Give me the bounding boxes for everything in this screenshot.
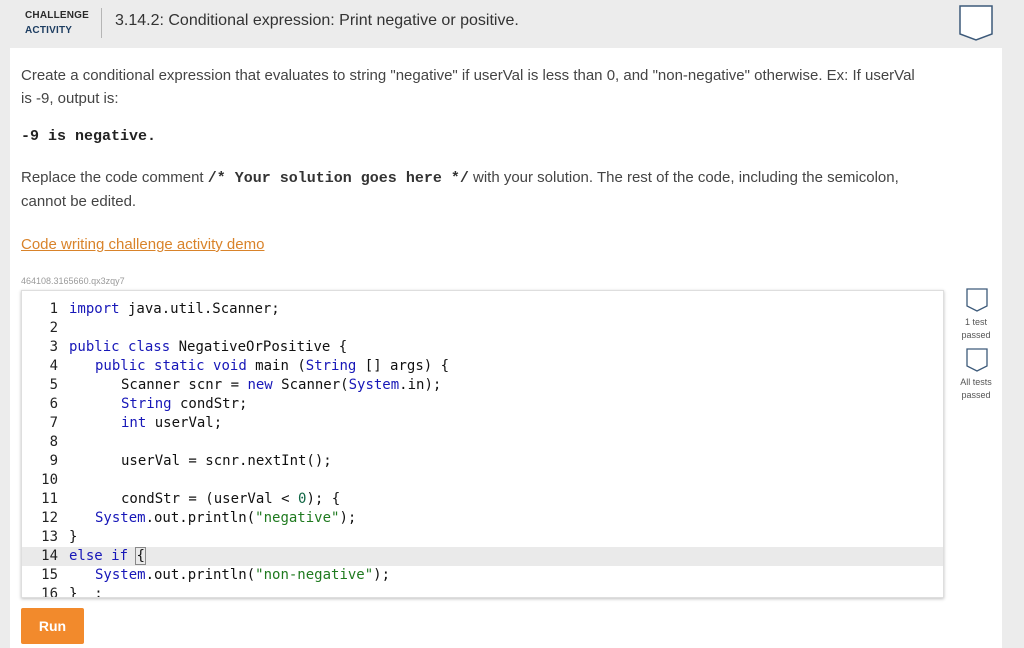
line-number: 8 [49,434,58,450]
code-line[interactable]: 2 [22,319,943,338]
line-number: 4 [49,358,58,374]
instructions-paragraph-1: Create a conditional expression that eva… [21,67,915,107]
code-text[interactable]: int userVal; [121,414,222,433]
all-tests-status: All tests passed [960,377,992,400]
line-number: 10 [41,472,58,488]
activity-label-line1: CHALLENGE [25,10,90,21]
line-number: 9 [49,453,58,469]
instructions-text: Replace the code comment [21,169,208,186]
code-text[interactable]: import java.util.Scanner; [69,300,280,319]
code-text[interactable]: public static void main (String [] args)… [95,357,449,376]
code-line[interactable]: 5 Scanner scnr = new Scanner(System.in); [22,376,943,395]
test1-status: 1 test passed [961,317,991,340]
code-comment-inline: /* Your solution goes here */ [207,170,469,187]
header-divider [101,8,102,38]
code-id: 464108.3165660.qx3zqy7 [21,276,125,286]
code-line[interactable]: 12 System.out.println("negative"); [22,509,943,528]
demo-link[interactable]: Code writing challenge activity demo [21,236,264,253]
line-number: 1 [49,301,58,317]
code-line[interactable]: 16 } ; [22,585,943,598]
code-text[interactable]: System.out.println("non-negative"); [95,566,390,585]
line-number: 14 [41,548,58,564]
code-line[interactable]: 7 int userVal; [22,414,943,433]
line-number: 16 [41,586,58,598]
line-number: 7 [49,415,58,431]
activity-type-label: CHALLENGE ACTIVITY [25,8,89,38]
activity-title: 3.14.2: Conditional expression: Print ne… [115,12,519,29]
code-text[interactable]: } ; [69,585,103,597]
code-line[interactable]: 3 public class NegativeOrPositive { [22,338,943,357]
line-number: 3 [49,339,58,355]
code-line-active[interactable]: 14 else if { [22,547,943,566]
code-text[interactable]: userVal = scnr.nextInt(); [121,452,332,471]
instructions-paragraph-2: Replace the code comment /* Your solutio… [21,166,921,213]
code-line[interactable]: 10 [22,471,943,490]
code-line[interactable]: 11 condStr = (userVal < 0); { [22,490,943,509]
code-text[interactable]: condStr = (userVal < 0); { [121,490,340,509]
line-number: 12 [41,510,58,526]
completion-badge-icon [959,5,993,41]
code-line[interactable]: 1 import java.util.Scanner; [22,300,943,319]
code-editor[interactable]: 1 import java.util.Scanner; 2 3 public cla… [21,290,944,598]
code-text[interactable]: else if { [69,547,146,566]
activity-label-line2: ACTIVITY [25,25,73,36]
code-line[interactable]: 15 System.out.println("non-negative"); [22,566,943,585]
line-number: 2 [49,320,58,336]
line-number: 5 [49,377,58,393]
line-number: 13 [41,529,58,545]
challenge-card: CHALLENGE ACTIVITY 3.14.2: Conditional e… [10,0,1002,648]
code-line[interactable]: 4 public static void main (String [] args… [22,357,943,376]
code-text[interactable]: Scanner scnr = new Scanner(System.in); [121,376,441,395]
code-text[interactable]: String condStr; [121,395,247,414]
example-output: -9 is negative. [21,128,157,145]
code-text[interactable]: } [69,528,77,547]
code-line[interactable]: 9 userVal = scnr.nextInt(); [22,452,943,471]
code-text[interactable]: System.out.println("negative"); [95,509,356,528]
code-line[interactable]: 6 String condStr; [22,395,943,414]
line-number: 11 [41,491,58,507]
line-number: 15 [41,567,58,583]
line-number: 6 [49,396,58,412]
code-line[interactable]: 8 [22,433,943,452]
test-badge-icon [966,348,988,372]
run-button[interactable]: Run [21,608,84,644]
activity-header: CHALLENGE ACTIVITY 3.14.2: Conditional e… [10,0,1002,48]
code-text[interactable]: public class NegativeOrPositive { [69,338,347,357]
test-badge-icon [966,288,988,312]
code-line[interactable]: 13} [22,528,943,547]
